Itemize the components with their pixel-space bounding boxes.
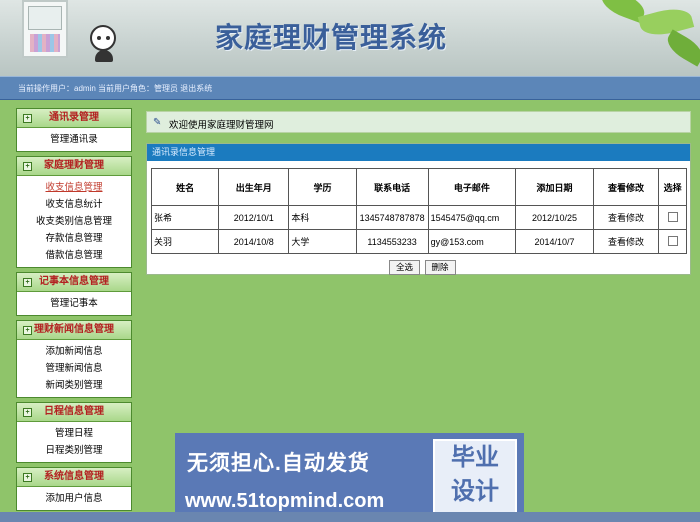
left-menu: + 通讯录管理 管理通讯录 + 家庭理财管理 收支信息管理 收支信息统计 收支类别信… bbox=[16, 108, 132, 515]
column-header: 电子邮件 bbox=[427, 168, 517, 206]
menu-item-income-stats[interactable]: 收支信息统计 bbox=[17, 196, 131, 213]
site-header: 家庭理财管理系统 bbox=[0, 0, 700, 76]
menu-group-schedule: + 日程信息管理 管理日程 日程类别管理 bbox=[16, 402, 132, 463]
cell-education: 大学 bbox=[288, 229, 357, 254]
expand-icon[interactable]: + bbox=[23, 162, 32, 171]
welcome-bar: ✎ 欢迎使用家庭理财管理网 bbox=[146, 111, 691, 133]
menu-item-add-user[interactable]: 添加用户信息 bbox=[17, 490, 131, 507]
expand-icon[interactable]: + bbox=[23, 473, 32, 482]
menu-group-header[interactable]: + 记事本信息管理 bbox=[17, 273, 131, 292]
menu-group-notebook: + 记事本信息管理 管理记事本 bbox=[16, 272, 132, 316]
site-title: 家庭理财管理系统 bbox=[215, 21, 448, 54]
contacts-table: 姓名 出生年月 学历 联系电话 电子邮件 添加日期 查看修改 选择 张希 201… bbox=[150, 168, 687, 254]
menu-group-system: + 系统信息管理 添加用户信息 bbox=[16, 467, 132, 511]
menu-group-news: + 理财新闻信息管理 添加新闻信息 管理新闻信息 新闻类别管理 bbox=[16, 320, 132, 398]
column-header: 添加日期 bbox=[515, 168, 594, 206]
menu-item-category-manage[interactable]: 收支类别信息管理 bbox=[17, 213, 131, 230]
person-body-icon bbox=[95, 50, 113, 62]
view-edit-link[interactable]: 查看修改 bbox=[592, 229, 660, 254]
menu-group-header[interactable]: + 日程信息管理 bbox=[17, 403, 131, 422]
action-buttons: 全选 删除 bbox=[389, 260, 458, 275]
column-header: 查看修改 bbox=[592, 168, 660, 206]
menu-item-manage-notebook[interactable]: 管理记事本 bbox=[17, 295, 131, 312]
leaf-decoration bbox=[637, 3, 695, 41]
select-all-button[interactable]: 全选 bbox=[389, 260, 421, 275]
menu-group-header[interactable]: + 理财新闻信息管理 bbox=[17, 321, 131, 340]
menu-item-deposit-manage[interactable]: 存款信息管理 bbox=[17, 230, 131, 247]
menu-group-contacts: + 通讯录管理 管理通讯录 bbox=[16, 108, 132, 152]
select-cell bbox=[658, 229, 687, 254]
column-header: 姓名 bbox=[150, 168, 220, 206]
menu-item-loan-manage[interactable]: 借款信息管理 bbox=[17, 247, 131, 264]
window-illustration bbox=[22, 0, 68, 58]
expand-icon[interactable]: + bbox=[23, 278, 32, 287]
row-checkbox[interactable] bbox=[667, 235, 678, 246]
table-row: 关羽 2014/10/8 大学 1134553233 gy@153.com 20… bbox=[150, 229, 687, 254]
menu-group-header[interactable]: + 家庭理财管理 bbox=[17, 157, 131, 176]
ad-badge-line1: 毕业 bbox=[451, 444, 499, 471]
menu-item-manage-news[interactable]: 管理新闻信息 bbox=[17, 360, 131, 377]
taskbar bbox=[0, 512, 700, 522]
ad-badge-line2: 设计 bbox=[451, 478, 499, 505]
menu-item-schedule-category[interactable]: 日程类别管理 bbox=[17, 442, 131, 459]
menu-group-finance: + 家庭理财管理 收支信息管理 收支信息统计 收支类别信息管理 存款信息管理 借款… bbox=[16, 156, 132, 268]
ad-slogan: 无须担心.自动发货 bbox=[187, 452, 370, 475]
cell-name: 关羽 bbox=[150, 229, 220, 254]
ad-badge: 毕业 设计 bbox=[433, 439, 517, 515]
user-status-text: 当前操作用户：admin 当前用户角色：管理员 退出系统 bbox=[18, 84, 213, 93]
view-edit-link[interactable]: 查看修改 bbox=[592, 205, 660, 230]
cell-date: 2014/10/7 bbox=[515, 229, 594, 254]
menu-item-income-expense[interactable]: 收支信息管理 bbox=[17, 179, 131, 196]
menu-item-news-category[interactable]: 新闻类别管理 bbox=[17, 377, 131, 394]
menu-group-header[interactable]: + 通讯录管理 bbox=[17, 109, 131, 128]
panel-title: 通讯录信息管理 bbox=[147, 144, 690, 161]
table-row: 张希 2012/10/1 本科 134574878787​8 1545475@q… bbox=[150, 205, 687, 230]
menu-item-add-news[interactable]: 添加新闻信息 bbox=[17, 343, 131, 360]
expand-icon[interactable]: + bbox=[23, 114, 32, 123]
person-icon bbox=[90, 25, 116, 51]
column-header: 联系电话 bbox=[355, 168, 429, 206]
column-header: 学历 bbox=[288, 168, 357, 206]
status-bar: 当前操作用户：admin 当前用户角色：管理员 退出系统 bbox=[0, 76, 700, 100]
cell-name: 张希 bbox=[150, 205, 220, 230]
expand-icon[interactable]: + bbox=[23, 408, 32, 417]
cell-email: gy@153.com bbox=[427, 229, 517, 254]
delete-button[interactable]: 删除 bbox=[424, 260, 456, 275]
cell-birth: 2014/10/8 bbox=[218, 229, 290, 254]
menu-item-manage-schedule[interactable]: 管理日程 bbox=[17, 425, 131, 442]
cell-education: 本科 bbox=[288, 205, 357, 230]
contacts-panel: 通讯录信息管理 姓名 出生年月 学历 联系电话 电子邮件 添加日期 查看修改 选… bbox=[146, 143, 691, 275]
expand-icon[interactable]: + bbox=[23, 326, 32, 335]
cell-email: 1545475@qq.cm bbox=[427, 205, 517, 230]
select-cell bbox=[658, 205, 687, 230]
book-icon: ✎ bbox=[153, 117, 162, 128]
cell-phone: 134574878787​8 bbox=[355, 205, 429, 230]
welcome-text: 欢迎使用家庭理财管理网 bbox=[169, 120, 274, 131]
menu-group-header[interactable]: + 系统信息管理 bbox=[17, 468, 131, 487]
ad-url: www.51topmind.com bbox=[185, 490, 385, 512]
column-header: 出生年月 bbox=[218, 168, 290, 206]
cell-birth: 2012/10/1 bbox=[218, 205, 290, 230]
row-checkbox[interactable] bbox=[667, 211, 678, 222]
leaf-decoration bbox=[662, 29, 700, 67]
cell-phone: 1134553233 bbox=[355, 229, 429, 254]
menu-item-manage-contacts[interactable]: 管理通讯录 bbox=[17, 131, 131, 148]
cell-date: 2012/10/25 bbox=[515, 205, 594, 230]
column-header: 选择 bbox=[658, 168, 687, 206]
ad-overlay[interactable]: 无须担心.自动发货 www.51topmind.com 毕业 设计 bbox=[175, 433, 524, 522]
